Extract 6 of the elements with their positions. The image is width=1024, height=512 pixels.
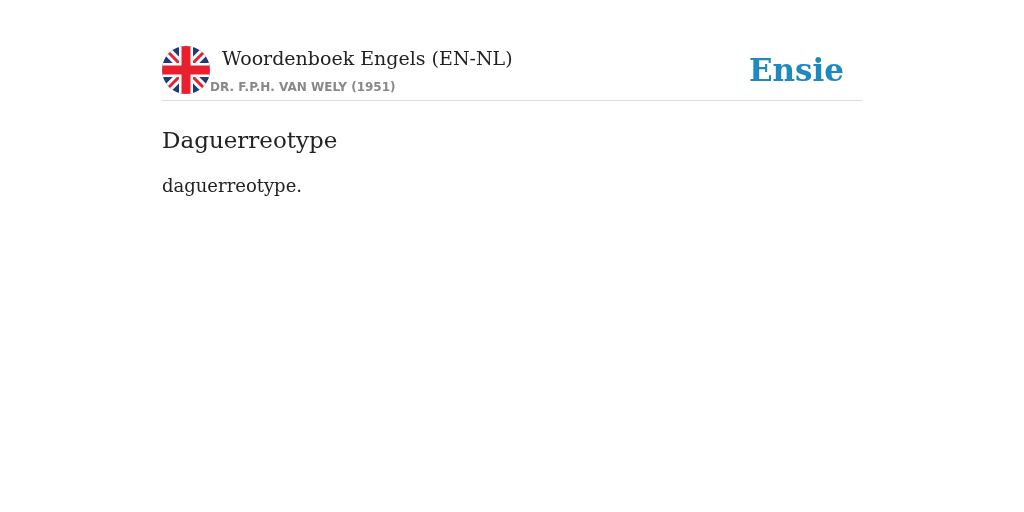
flag-icon: [162, 46, 210, 94]
entry-term: Daguerreotype: [162, 127, 339, 153]
entry-definition: daguerreotype.: [162, 175, 304, 196]
dictionary-title: Woordenboek Engels (EN-NL): [222, 46, 514, 70]
site-logo[interactable]: Ensie: [748, 52, 844, 88]
dictionary-author: DR. F.P.H. VAN WELY (1951): [210, 80, 397, 94]
